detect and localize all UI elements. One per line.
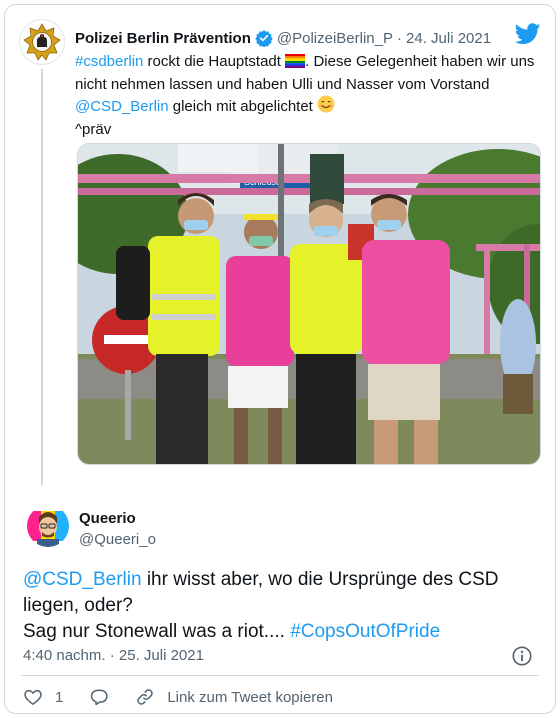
like-button[interactable]: 1: [23, 687, 63, 707]
heart-icon: [24, 689, 42, 705]
queerio-avatar[interactable]: [27, 505, 69, 547]
cartoon-face-avatar-icon: [27, 505, 69, 547]
police-star-icon: [23, 23, 61, 61]
hashtag-link[interactable]: #CopsOutOfPride: [290, 621, 440, 642]
tweet-photo[interactable]: Schleuse: [77, 143, 541, 465]
police-badge-avatar[interactable]: [19, 19, 65, 65]
hashtag-link[interactable]: #csdberlin: [75, 53, 143, 70]
tweet-text-part: gleich mit abgelichtet: [168, 98, 318, 115]
tweet-text-part: rockt die Hauptstadt: [143, 53, 286, 70]
tweet-text-part: Sag nur Stonewall was a riot....: [23, 621, 291, 642]
signature: ^präv: [75, 121, 112, 138]
copy-link-label: Link zum Tweet kopieren: [167, 688, 333, 706]
quoted-tweet-header: Polizei Berlin Prävention @PolizeiBerlin…: [75, 27, 505, 49]
divider: [21, 675, 539, 676]
tweet-timestamp[interactable]: 4:40 nachm. · 25. Juli 2021: [23, 647, 204, 664]
verified-badge-icon: [255, 30, 273, 47]
quoted-author-handle[interactable]: @PolizeiBerlin_P: [277, 30, 393, 47]
tweet-embed-card: Polizei Berlin Prävention @PolizeiBerlin…: [4, 4, 556, 714]
main-author-handle[interactable]: @Queeri_o: [79, 531, 156, 548]
reply-button[interactable]: [89, 687, 109, 707]
mention-link[interactable]: @CSD_Berlin: [75, 98, 169, 115]
rainbow-flag-emoji: [285, 53, 306, 74]
quoted-tweet-text: #csdberlin rockt die Hauptstadt . Diese …: [75, 51, 545, 140]
action-bar: 1 Link zum Tweet kopieren: [23, 685, 359, 709]
like-count: 1: [55, 688, 64, 706]
link-icon: [137, 689, 154, 705]
smiling-face-emoji: [317, 95, 335, 119]
mention-link[interactable]: @CSD_Berlin: [23, 569, 142, 590]
twitter-bird-icon[interactable]: [515, 23, 541, 45]
reply-bubble-icon: [91, 689, 109, 706]
photo-illustration: Schleuse: [78, 144, 540, 464]
separator-dot: ·: [397, 29, 403, 47]
copy-link-button[interactable]: Link zum Tweet kopieren: [135, 687, 333, 707]
main-tweet-text: @CSD_Berlin ihr wisst aber, wo die Urspr…: [23, 567, 543, 645]
quoted-tweet-date[interactable]: 24. Juli 2021: [406, 30, 491, 47]
info-icon[interactable]: [511, 645, 533, 667]
main-author-name[interactable]: Queerio: [79, 510, 136, 527]
quoted-author-name[interactable]: Polizei Berlin Prävention: [75, 30, 251, 47]
thread-connector-line: [41, 69, 43, 485]
